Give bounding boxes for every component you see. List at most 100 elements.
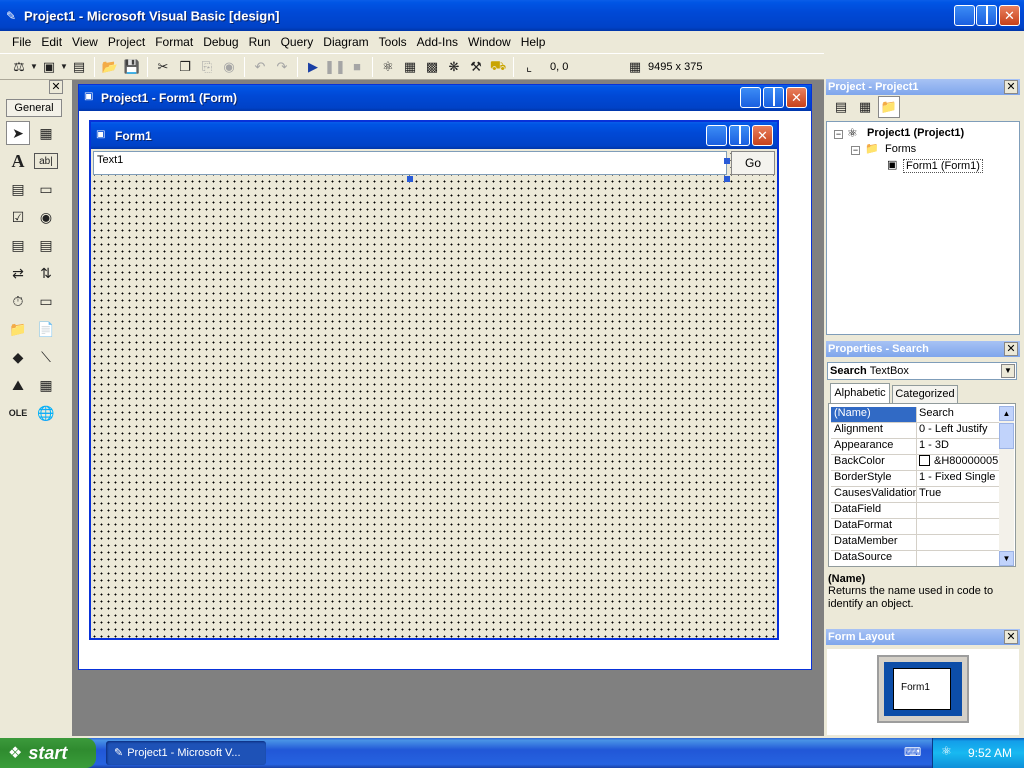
cut-icon[interactable]: ✂ (152, 56, 174, 78)
form-layout-icon[interactable]: ▩ (421, 56, 443, 78)
frame-icon[interactable]: ▤ (6, 177, 30, 201)
form1-close-button[interactable]: ✕ (752, 125, 773, 146)
layout-form-preview[interactable]: Form1 (893, 668, 951, 710)
stop-icon[interactable]: ■ (346, 56, 368, 78)
view-code-icon[interactable]: ▤ (830, 96, 852, 118)
textbox-icon[interactable]: ab| (34, 153, 58, 169)
keyboard-icon[interactable]: ⌨ (904, 745, 921, 759)
selection-handle[interactable] (724, 158, 730, 164)
vscrollbar-icon[interactable]: ⇅ (34, 261, 58, 285)
menu-help[interactable]: Help (517, 35, 550, 49)
close-button[interactable]: ✕ (999, 5, 1020, 26)
redo-icon[interactable]: ↷ (271, 56, 293, 78)
dirlistbox-icon[interactable]: 📁 (6, 317, 30, 341)
menu-debug[interactable]: Debug (199, 35, 242, 49)
line-icon[interactable]: ⟍ (34, 345, 58, 369)
menu-tools[interactable]: Tools (375, 35, 411, 49)
property-value[interactable] (917, 503, 999, 518)
scroll-down-icon[interactable]: ▼ (999, 551, 1014, 566)
tree-project-root[interactable]: Project1 (Project1) (867, 127, 964, 139)
property-row[interactable]: Appearance 1 - 3D (831, 439, 999, 455)
maximize-button[interactable] (976, 5, 997, 26)
add-form-icon[interactable]: ▣ (38, 56, 60, 78)
property-row[interactable]: DataMember (831, 535, 999, 551)
data-control-icon[interactable]: ▦ (34, 373, 58, 397)
data-view-icon[interactable]: ⛟ (487, 56, 509, 78)
pointer-icon[interactable]: ➤ (6, 121, 30, 145)
toolbox-icon[interactable]: ⚒ (465, 56, 487, 78)
property-value[interactable]: 0 - Left Justify (917, 423, 999, 438)
menu-project[interactable]: Project (104, 35, 149, 49)
pause-icon[interactable]: ❚❚ (324, 56, 346, 78)
paste-icon[interactable]: ⎘ (196, 56, 218, 78)
dropdown-arrow-icon[interactable]: ▼ (30, 56, 38, 78)
listbox-icon[interactable]: ▤ (34, 233, 58, 257)
property-value[interactable]: 1 - Fixed Single (917, 471, 999, 486)
hscrollbar-icon[interactable]: ⇄ (6, 261, 30, 285)
form1-minimize-button[interactable] (706, 125, 727, 146)
form-designer-close-button[interactable]: ✕ (786, 87, 807, 108)
toggle-folders-icon[interactable]: 📁 (878, 96, 900, 118)
drivelistbox-icon[interactable]: ▭ (34, 289, 58, 313)
search-textbox[interactable]: Text1 (93, 151, 727, 175)
selection-handle[interactable] (407, 176, 413, 182)
tab-alphabetic[interactable]: Alphabetic (830, 383, 890, 403)
undo-icon[interactable]: ↶ (249, 56, 271, 78)
optionbutton-icon[interactable]: ◉ (34, 205, 58, 229)
property-value[interactable]: &H80000005 (917, 455, 999, 470)
property-row[interactable]: (Name) Search (831, 407, 999, 423)
checkbox-icon[interactable]: ☑ (6, 205, 30, 229)
tab-categorized[interactable]: Categorized (892, 385, 958, 403)
toolbox-close-icon[interactable]: ✕ (49, 80, 63, 94)
commandbutton-icon[interactable]: ▭ (34, 177, 58, 201)
object-browser-icon[interactable]: ❋ (443, 56, 465, 78)
vb-app-icon[interactable]: ✎ (6, 9, 16, 23)
picturebox-icon[interactable]: ▦ (34, 121, 58, 145)
menu-edit[interactable]: Edit (37, 35, 66, 49)
project-explorer-close-icon[interactable]: ✕ (1004, 80, 1018, 94)
copy-icon[interactable]: ❐ (174, 56, 196, 78)
add-project-icon[interactable]: ⚖ (8, 56, 30, 78)
property-value[interactable]: Search (917, 407, 999, 422)
property-row[interactable]: DataSource (831, 551, 999, 566)
property-row[interactable]: BorderStyle 1 - Fixed Single (831, 471, 999, 487)
property-value[interactable] (917, 551, 999, 566)
menu-window[interactable]: Window (464, 35, 515, 49)
form1-title-bar[interactable]: ▣ Form1 ✕ (91, 122, 777, 149)
properties-close-icon[interactable]: ✕ (1004, 342, 1018, 356)
menu-run[interactable]: Run (245, 35, 275, 49)
tree-form1-item[interactable]: Form1 (Form1) (903, 159, 983, 173)
object-selector[interactable]: Search TextBox ▼ (827, 362, 1017, 380)
property-row[interactable]: Alignment 0 - Left Justify (831, 423, 999, 439)
properties-window-icon[interactable]: ▦ (399, 56, 421, 78)
save-icon[interactable]: 💾 (121, 56, 143, 78)
start-button[interactable]: ❖ start (0, 738, 96, 768)
open-folder-icon[interactable]: 📂 (99, 56, 121, 78)
property-row[interactable]: DataField (831, 503, 999, 519)
go-button[interactable]: Go (731, 151, 775, 175)
scroll-up-icon[interactable]: ▲ (999, 406, 1014, 421)
shape-icon[interactable]: ◆ (6, 345, 30, 369)
menu-add-ins[interactable]: Add-Ins (413, 35, 462, 49)
form-layout-close-icon[interactable]: ✕ (1004, 630, 1018, 644)
tree-toggle-icon[interactable]: − (834, 130, 843, 139)
run-icon[interactable]: ▶ (302, 56, 324, 78)
property-value[interactable] (917, 519, 999, 534)
image-icon[interactable]: ⛰ (6, 373, 30, 397)
project-explorer-icon[interactable]: ⚛ (377, 56, 399, 78)
menu-editor-icon[interactable]: ▤ (68, 56, 90, 78)
view-object-icon[interactable]: ▦ (854, 96, 876, 118)
property-row[interactable]: CausesValidation True (831, 487, 999, 503)
property-value[interactable]: True (917, 487, 999, 502)
scroll-thumb[interactable] (999, 423, 1014, 449)
form-designer-minimize-button[interactable] (740, 87, 761, 108)
find-icon[interactable]: ◉ (218, 56, 240, 78)
filelistbox-icon[interactable]: 📄 (34, 317, 58, 341)
label-icon[interactable]: A (6, 149, 30, 173)
form-designer-title-bar[interactable]: ▣ Project1 - Form1 (Form) ✕ (79, 85, 811, 111)
property-row[interactable]: DataFormat (831, 519, 999, 535)
properties-scrollbar[interactable]: ▲ ▼ (999, 406, 1014, 566)
network-icon[interactable]: ⚛ (941, 744, 952, 758)
form1[interactable]: ▣ Form1 ✕ Text1 Go (89, 120, 779, 640)
menu-diagram[interactable]: Diagram (319, 35, 372, 49)
